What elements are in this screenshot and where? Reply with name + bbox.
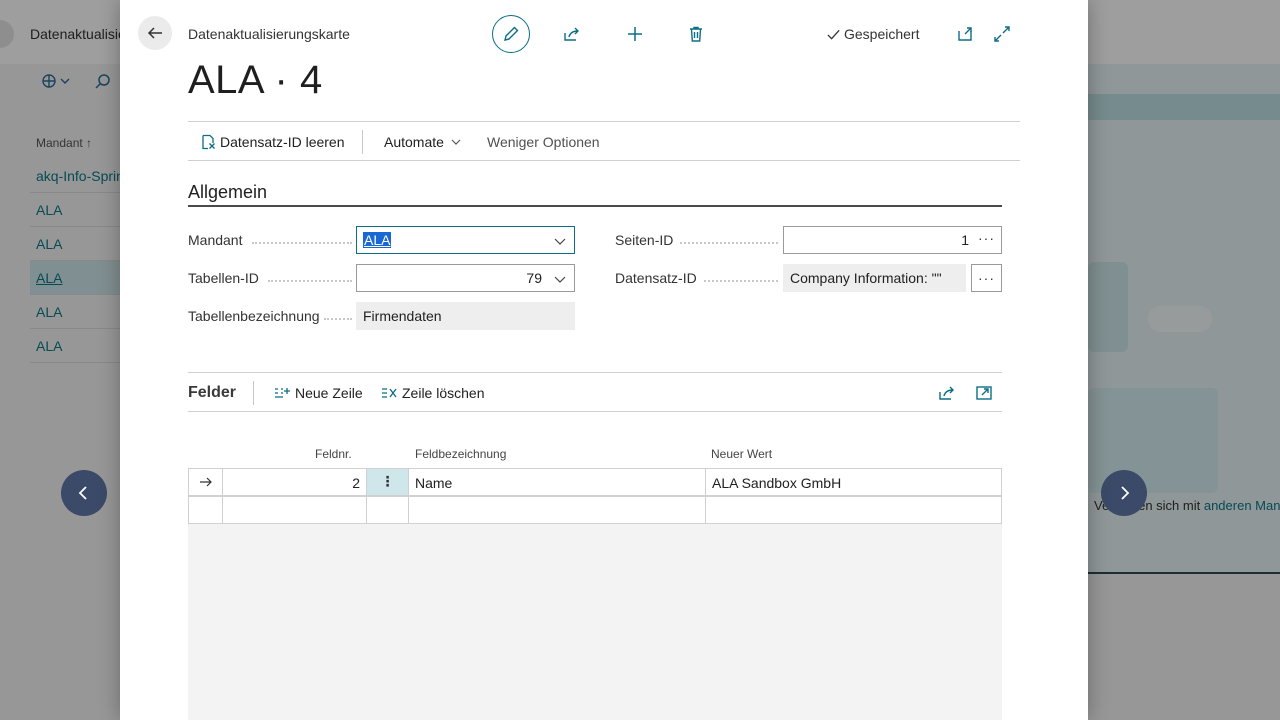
field-name-cell[interactable] xyxy=(409,497,706,523)
fewer-options-action[interactable]: Weniger Optionen xyxy=(487,134,600,150)
open-in-new-window-button[interactable] xyxy=(955,24,975,44)
section-title-general[interactable]: Allgemein xyxy=(188,182,267,203)
expand-button[interactable] xyxy=(992,24,1012,44)
new-line-label: Neue Zeile xyxy=(295,385,363,401)
row-indicator[interactable] xyxy=(189,469,223,495)
previous-record-button[interactable] xyxy=(61,470,107,516)
field-no-cell[interactable] xyxy=(223,497,367,523)
table-name-label: Tabellenbezeichnung xyxy=(188,308,320,324)
chevron-down-icon[interactable] xyxy=(554,273,566,285)
new-line-action[interactable]: Neue Zeile xyxy=(274,385,363,401)
delete-button[interactable] xyxy=(686,24,706,44)
clear-field-icon xyxy=(202,134,215,150)
automate-menu[interactable]: Automate xyxy=(384,134,462,150)
mandant-field[interactable]: ALA xyxy=(356,226,575,254)
plus-icon xyxy=(628,27,642,41)
dotted-leader xyxy=(252,242,352,244)
checkmark-icon xyxy=(827,29,840,40)
delete-line-action[interactable]: Zeile löschen xyxy=(381,385,485,401)
field-no-cell[interactable]: 2 xyxy=(223,469,367,495)
record-id-label: Datensatz-ID xyxy=(615,270,697,286)
dotted-leader xyxy=(704,280,778,282)
record-title: ALA · 4 xyxy=(188,58,323,102)
page-id-label: Seiten-ID xyxy=(615,232,674,248)
table-id-value: 79 xyxy=(526,270,542,286)
share-icon xyxy=(939,386,954,400)
dotted-leader xyxy=(680,242,778,244)
row-menu-button[interactable]: ⋮ xyxy=(367,469,409,495)
chevron-down-icon xyxy=(451,139,461,145)
delete-line-label: Zeile löschen xyxy=(402,385,485,401)
part-share-button[interactable] xyxy=(938,384,956,402)
chevron-down-icon[interactable] xyxy=(554,235,566,247)
page-caption: Datenaktualisierungskarte xyxy=(188,26,350,42)
table-row-empty[interactable] xyxy=(188,496,1002,524)
pencil-icon xyxy=(504,26,519,41)
new-button[interactable] xyxy=(625,24,645,44)
part-expand-button[interactable] xyxy=(975,384,993,402)
new-line-icon xyxy=(275,387,290,398)
clear-record-id-label: Datensatz-ID leeren xyxy=(220,134,345,150)
edit-button[interactable] xyxy=(492,15,530,53)
dotted-leader xyxy=(268,280,352,282)
share-icon xyxy=(564,27,579,41)
action-bar: Datensatz-ID leeren Automate Weniger Opt… xyxy=(188,121,1020,161)
column-header-field-name[interactable]: Feldbezeichnung xyxy=(415,447,506,461)
back-button[interactable] xyxy=(138,16,172,50)
table-id-label: Tabellen-ID xyxy=(188,270,259,286)
part-separator xyxy=(253,381,254,405)
page-id-lookup-icon[interactable]: ··· xyxy=(978,230,995,246)
arrow-right-icon xyxy=(200,477,212,487)
saved-status: Gespeichert xyxy=(826,26,919,42)
fields-part-title[interactable]: Felder xyxy=(188,384,236,402)
open-full-icon xyxy=(976,386,992,400)
page-id-field[interactable]: 1 ··· xyxy=(783,226,1002,254)
arrow-left-icon xyxy=(147,27,162,39)
mandant-value: ALA xyxy=(363,232,392,248)
action-separator xyxy=(362,130,363,154)
field-name-cell[interactable]: Name xyxy=(409,469,706,495)
table-id-field[interactable]: 79 xyxy=(356,264,575,292)
new-value-cell[interactable] xyxy=(706,497,1001,523)
row-indicator[interactable] xyxy=(189,497,223,523)
share-button[interactable] xyxy=(562,24,582,44)
dotted-leader xyxy=(324,318,352,320)
record-id-lookup-button[interactable]: ··· xyxy=(971,264,1002,292)
delete-line-icon xyxy=(382,387,397,398)
record-id-field: Company Information: "" xyxy=(783,264,966,292)
page-id-value: 1 xyxy=(961,232,969,248)
saved-status-label: Gespeichert xyxy=(844,26,920,42)
next-record-button[interactable] xyxy=(1101,470,1147,516)
expand-icon xyxy=(994,26,1010,42)
row-menu-cell[interactable] xyxy=(367,497,409,523)
section-divider xyxy=(188,205,1002,207)
chevron-left-icon xyxy=(78,486,87,500)
column-header-field-no[interactable]: Feldnr. xyxy=(315,447,352,461)
record-card-dialog: Datenaktualisierungskarte Gespeichert AL… xyxy=(120,0,1088,720)
table-name-field: Firmendaten xyxy=(356,302,575,330)
open-new-window-icon xyxy=(958,27,972,41)
mandant-label: Mandant xyxy=(188,232,243,248)
new-value-cell[interactable]: ALA Sandbox GmbH xyxy=(706,469,1001,495)
clear-record-id-action[interactable]: Datensatz-ID leeren xyxy=(200,134,345,150)
chevron-right-icon xyxy=(1121,486,1130,500)
automate-label: Automate xyxy=(384,134,444,150)
column-header-new-value[interactable]: Neuer Wert xyxy=(711,447,772,461)
trash-icon xyxy=(690,26,702,42)
fields-part-bar: Felder Neue Zeile Zeile löschen xyxy=(188,372,1002,412)
table-row[interactable]: 2 ⋮ Name ALA Sandbox GmbH xyxy=(188,468,1002,496)
